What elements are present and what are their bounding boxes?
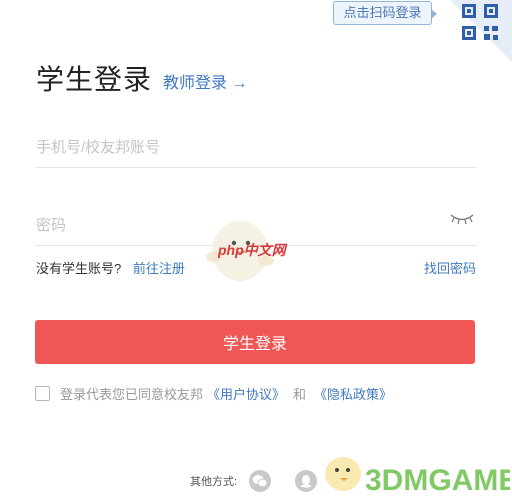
- qrcode-icon: [462, 4, 498, 40]
- user-agreement-link[interactable]: 《用户协议》: [207, 384, 285, 403]
- qq-icon[interactable]: [295, 470, 318, 492]
- privacy-policy-link[interactable]: 《隐私政策》: [314, 384, 392, 403]
- 3dmgame-watermark-text: 3DMGAME: [365, 464, 510, 497]
- wechat-icon[interactable]: [249, 470, 272, 492]
- teacher-login-link[interactable]: 教师登录 →: [163, 69, 247, 93]
- agreement-row: 登录代表您已同意校友邦 《用户协议》 和 《隐私政策》: [35, 384, 396, 403]
- qr-login-toggle[interactable]: [450, 0, 512, 62]
- eye-closed-icon[interactable]: [450, 212, 474, 231]
- qr-login-tip[interactable]: 点击扫码登录: [333, 1, 437, 25]
- php-watermark-php-text: php中文网: [217, 242, 288, 258]
- other-methods-label: 其他方式:: [190, 476, 238, 488]
- agreement-text: 登录代表您已同意校友邦: [60, 387, 204, 402]
- phone-field-wrapper: [36, 128, 476, 168]
- agreement-and-text: 和: [293, 387, 307, 402]
- phone-account-input[interactable]: [36, 128, 476, 166]
- 3dmgame-watermark: 3DMGAME: [315, 446, 512, 499]
- forgot-password-link[interactable]: 找回密码: [424, 258, 476, 277]
- php-watermark: php中文网: [200, 205, 305, 295]
- agreement-checkbox[interactable]: [35, 386, 50, 401]
- page-title: 学生登录: [36, 64, 153, 95]
- student-login-button[interactable]: 学生登录: [35, 320, 475, 364]
- register-link[interactable]: 前往注册: [133, 261, 185, 276]
- no-account-text: 没有学生账号?: [36, 261, 122, 276]
